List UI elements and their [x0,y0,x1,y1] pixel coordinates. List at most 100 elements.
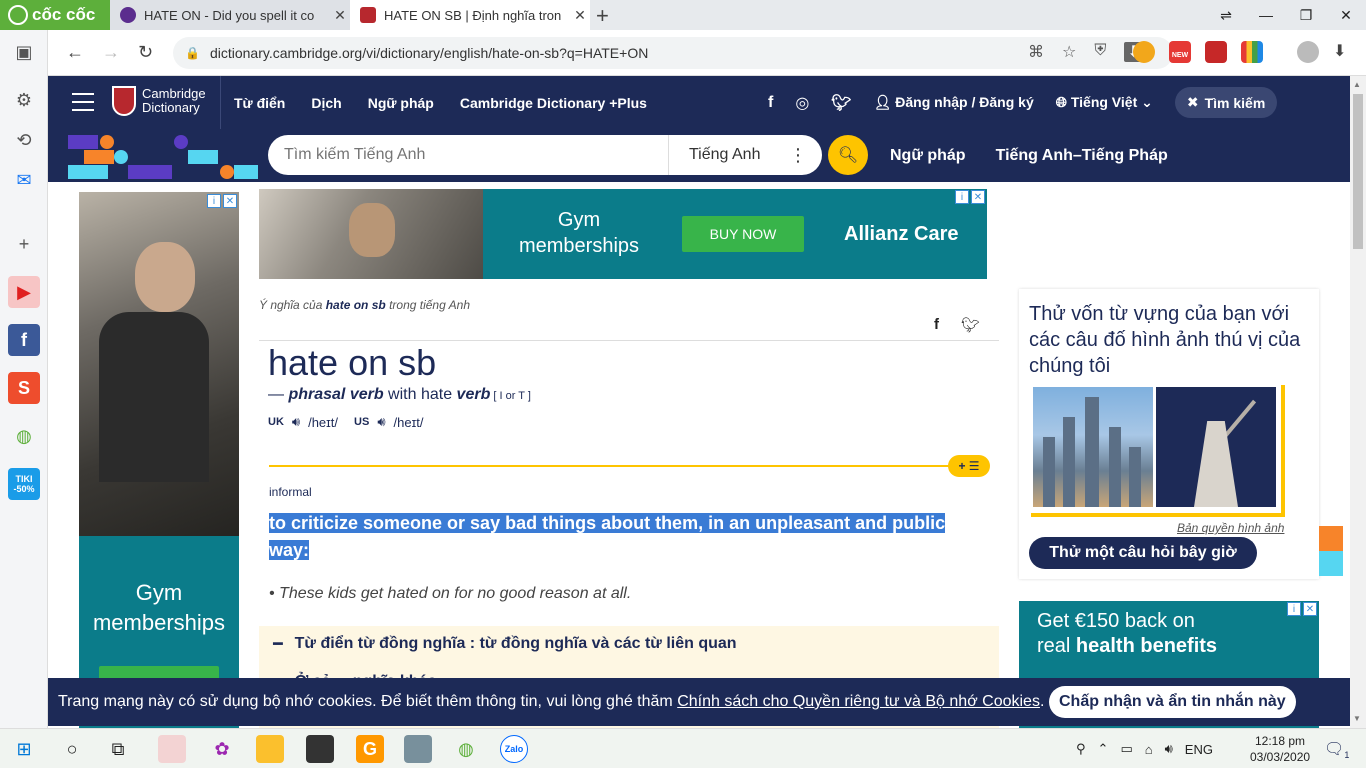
instagram-icon[interactable]: ◎ [795,93,809,113]
page-scrollbar[interactable]: ▲ ▼ [1350,76,1366,728]
privacy-policy-link[interactable]: Chính sách cho Quyền riêng tư và Bộ nhớ … [677,693,1040,710]
cambridge-logo[interactable]: Cambridge Dictionary [112,86,206,116]
clock[interactable]: 12:18 pm 03/03/2020 [1250,733,1310,765]
twitter-icon[interactable]: 🐦︎ [831,93,851,113]
ad-buy-button[interactable]: BUY NOW [682,216,804,252]
scroll-thumb[interactable] [1353,94,1363,249]
app-icon-3[interactable] [306,735,334,763]
app-icon-5[interactable] [404,735,432,763]
tab-hate-on-sb[interactable]: HATE ON SB | Định nghĩa tron ✕ [350,0,590,30]
share-facebook-icon[interactable]: f [934,316,939,334]
pronunciation: UK 🔊︎ /heɪt/ US 🔊︎ /heɪt/ [268,414,431,430]
tray-expand-icon[interactable]: ⌃ [1098,741,1109,757]
ad-info-icon[interactable]: i [207,194,221,208]
facebook-icon[interactable]: f [8,324,40,356]
download-icon[interactable]: ⬇ [1333,41,1355,63]
header-search-button[interactable]: ✖ Tìm kiếm [1174,87,1278,118]
battery-icon[interactable]: ▭ [1120,741,1132,757]
scroll-down-icon[interactable]: ▼ [1353,714,1361,723]
extension-new-icon[interactable]: NEW [1169,41,1191,63]
add-sidebar-icon[interactable]: + [8,228,40,260]
more-options-icon[interactable]: ⋮ [789,145,807,166]
language-indicator[interactable]: ENG [1185,742,1213,757]
notification-icon[interactable]: 🗨︎1 [1324,739,1349,760]
ad-info-icon[interactable]: i [1287,602,1301,616]
cookie-text: Trang mạng này có sử dụng bộ nhớ cookies… [58,693,1044,711]
menu-icon[interactable] [72,93,94,111]
zalo-icon[interactable]: Zalo [500,735,528,763]
quiz-start-button[interactable]: Thử một câu hỏi bây giờ [1029,537,1257,569]
nav-plus[interactable]: Cambridge Dictionary +Plus [460,95,647,111]
scroll-up-icon[interactable]: ▲ [1353,80,1361,89]
nav-dictionary[interactable]: Từ điển [234,95,285,111]
back-icon[interactable]: ← [66,42,84,63]
login-link[interactable]: 👤︎ Đăng nhập / Đăng ký [874,94,1034,111]
coccoc-icon[interactable]: ◍ [8,420,40,452]
url-field[interactable]: 🔒 dictionary.cambridge.org/vi/dictionary… [173,37,1173,69]
extension-icons: NEW ⬇ [1133,41,1355,63]
close-tab-icon[interactable]: ✕ [332,7,348,24]
history-icon[interactable]: ⟲ [8,124,40,156]
us-audio-icon[interactable]: 🔊︎ [377,414,385,430]
coccoc-taskbar-icon[interactable]: ◍ [452,735,480,763]
quiz-image-skyline[interactable] [1033,387,1153,507]
share-twitter-icon[interactable]: 🐦︎ [961,316,980,334]
file-explorer-icon[interactable] [256,735,284,763]
tab-hate-on-spell[interactable]: HATE ON - Did you spell it co ✕ [110,0,350,30]
settings-icon[interactable]: ⚙ [8,84,40,116]
quiz-image-windmill[interactable] [1156,387,1276,507]
translate-icon[interactable]: ⌘ [1028,42,1044,62]
extension-chrome-icon[interactable] [1133,41,1155,63]
link-english-french[interactable]: Tiếng Anh–Tiếng Pháp [996,147,1168,165]
app-icon-4[interactable]: G [356,735,384,763]
close-window-icon[interactable]: ✕ [1326,0,1366,30]
language-selector[interactable]: 🌐︎ Tiếng Việt ⌄ [1056,94,1153,111]
extension-red-icon[interactable] [1205,41,1227,63]
uk-audio-icon[interactable]: 🔊︎ [292,414,300,430]
browser-brand[interactable]: cốc cốc [0,0,110,30]
close-tab-icon[interactable]: ✕ [572,7,588,24]
people-icon[interactable]: ⚲ [1076,741,1086,757]
app-icon-1[interactable] [158,735,186,763]
cookie-banner: Trang mạng này có sử dụng bộ nhớ cookies… [48,678,1350,726]
windows-start-icon[interactable]: ⊞ [10,735,38,763]
ad-close-icon[interactable]: ✕ [971,190,985,204]
ad-close-icon[interactable]: ✕ [223,194,237,208]
profile-avatar[interactable] [1297,41,1319,63]
facebook-icon[interactable]: f [768,94,773,112]
address-bar: ← → ↻ 🔒 dictionary.cambridge.org/vi/dict… [48,30,1366,76]
sidebar-toggle-icon[interactable]: ▣ [8,36,40,68]
thesaurus-row[interactable]: ━ Từ điển từ đồng nghĩa : từ đồng nghĩa … [273,634,737,654]
ad-info-icon[interactable]: i [955,190,969,204]
messenger-icon[interactable]: ✉ [8,164,40,196]
nav-translate[interactable]: Dịch [311,95,341,111]
search-icon[interactable]: 🔍︎ [828,135,868,175]
reload-icon[interactable]: ↻ [138,42,153,63]
task-view-icon[interactable]: ⧉ [104,735,132,763]
extension-colors-icon[interactable] [1241,41,1263,63]
tiki-icon[interactable]: TIKI -50% [8,468,40,500]
app-icon-2[interactable]: ✿ [208,735,236,763]
youtube-icon[interactable]: ▶ [8,276,40,308]
shopee-icon[interactable]: S [8,372,40,404]
minimize-icon[interactable]: — [1246,0,1286,30]
left-advertisement[interactable]: Gym memberships BUY NOW i✕ [79,192,239,728]
network-icon[interactable]: ⌂ [1145,742,1153,757]
search-input[interactable] [268,146,668,164]
shield-icon[interactable]: ⛨ [1094,42,1106,62]
search-language-select[interactable]: Tiếng Anh [669,146,789,164]
accept-cookies-button[interactable]: Chấp nhận và ẩn tin nhắn này [1049,686,1296,718]
maximize-icon[interactable]: ❐ [1286,0,1326,30]
add-to-wordlist-button[interactable]: + ☰ [948,455,990,477]
top-advertisement[interactable]: Gym memberships BUY NOW Allianz Care i ✕ [259,189,987,279]
link-grammar[interactable]: Ngữ pháp [890,147,966,165]
search-icon[interactable]: ○ [58,735,86,763]
image-credit-link[interactable]: Bản quyền hình ảnh [1177,521,1284,535]
nav-grammar[interactable]: Ngữ pháp [368,95,434,111]
restore-menu-icon[interactable]: ⇌ [1206,0,1246,30]
ad-close-icon[interactable]: ✕ [1303,602,1317,616]
new-tab-button[interactable]: + [596,3,609,29]
star-icon[interactable]: ☆ [1062,42,1076,62]
volume-icon[interactable]: 🔊︎ [1165,741,1173,757]
forward-icon[interactable]: → [102,42,120,63]
